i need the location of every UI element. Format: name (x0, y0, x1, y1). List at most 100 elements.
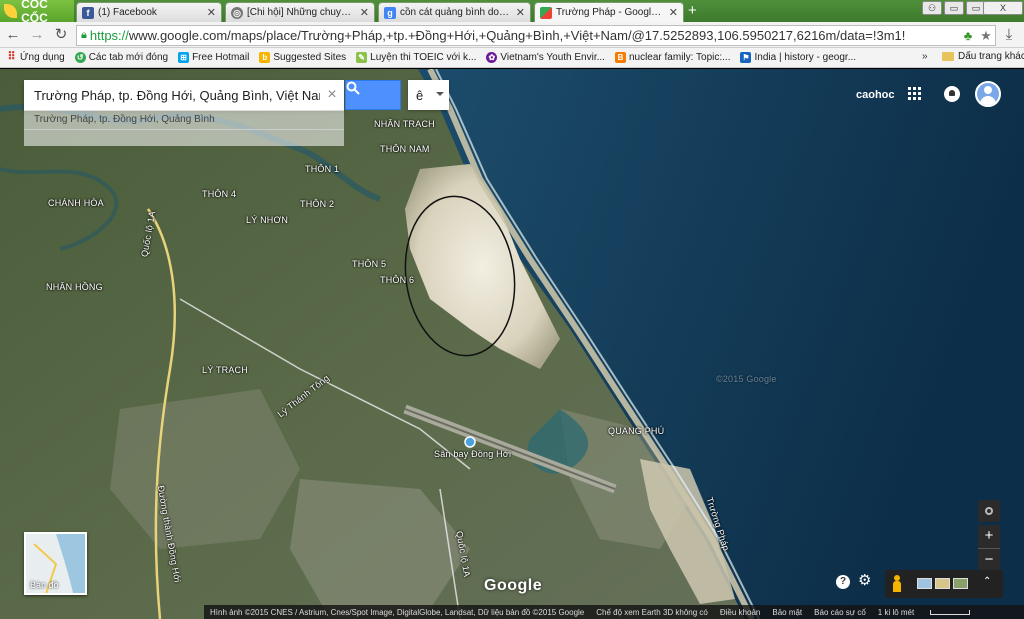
bookmark-vietnam-youth[interactable]: ✿ Vietnam's Youth Envir... (486, 52, 605, 63)
gear-icon[interactable]: ⚙ (858, 573, 874, 589)
tab-forum[interactable]: ◎ [Chi hội] Những chuyến đi nă ✕ (225, 2, 375, 22)
place-label[interactable]: LÝ NHƠN (246, 215, 288, 225)
maps-search-box[interactable]: Trường Pháp, tp. Đồng Hới, Quảng Bình, V… (24, 80, 344, 110)
zoom-in-button[interactable]: + (978, 525, 1000, 548)
report-problem-link[interactable]: Báo cáo sự cố (814, 608, 866, 617)
airport-label[interactable]: Sân bay Đồng Hới (434, 449, 511, 459)
bookmark-free-hotmail[interactable]: ⊞ Free Hotmail (178, 52, 249, 63)
help-icon[interactable]: ? (836, 575, 850, 589)
bookmark-star-icon[interactable]: ★ (977, 28, 995, 44)
place-label[interactable]: THÔN 2 (300, 199, 334, 209)
url-scheme: https:// (89, 28, 129, 43)
bookmark-suggested-sites[interactable]: b Suggested Sites (259, 52, 346, 63)
my-location-button[interactable] (978, 500, 1000, 522)
pegman-icon[interactable] (893, 575, 901, 593)
input-method-label: ê (416, 87, 424, 103)
blogger-icon: B (614, 52, 626, 63)
forum-icon: ◎ (231, 6, 243, 19)
bookmark-closed-tabs[interactable]: ↺ Các tab mới đóng (74, 52, 168, 63)
close-tab-icon[interactable]: ✕ (360, 6, 369, 19)
download-icon[interactable]: ⤓ (1000, 26, 1018, 44)
browser-logo[interactable]: CỐC CỐC (0, 0, 74, 25)
history-icon: ↺ (74, 52, 86, 63)
place-label[interactable]: THÔN 4 (202, 189, 236, 199)
close-tab-icon[interactable]: ✕ (669, 6, 678, 19)
search-input[interactable]: Trường Pháp, tp. Đồng Hới, Quảng Bình, V… (34, 88, 320, 103)
bookmark-toeic[interactable]: ✎ Luyện thi TOEIC với k... (356, 52, 476, 63)
place-label[interactable]: THÔN 5 (352, 259, 386, 269)
place-label[interactable]: NHÂN HỒNG (46, 282, 103, 292)
back-arrow-icon[interactable]: ← (4, 26, 22, 44)
clear-search-icon[interactable]: × (320, 86, 344, 104)
zoom-out-button[interactable]: − (978, 548, 1000, 571)
location-target-icon (985, 507, 993, 515)
maps-icon (540, 6, 552, 19)
reload-icon[interactable]: ↻ (52, 26, 70, 44)
chevron-down-icon (436, 92, 444, 96)
other-bookmarks-folder[interactable]: Dấu trang khác (942, 51, 1024, 62)
place-label[interactable]: NHÂN TRẠCH (374, 119, 435, 129)
scale-label[interactable]: 1 ki lô mét (878, 608, 982, 617)
user-name[interactable]: caohoc (856, 89, 895, 101)
attribution-bar: Hình ảnh ©2015 CNES / Astrium, Cnes/Spot… (204, 605, 1024, 619)
tab-strip: CỐC CỐC f (1) Facebook ✕ ◎ [Chi hội] Nhữ… (0, 0, 1024, 25)
apps-grid-icon[interactable] (908, 87, 922, 101)
padlock-icon: 🔒︎ (81, 29, 87, 41)
bookmark-india-history[interactable]: ⚑ India | history - geogr... (740, 52, 856, 63)
search-button[interactable] (345, 80, 401, 110)
tab-title: [Chi hội] Những chuyến đi nă (247, 7, 356, 18)
zoom-control: + − (978, 525, 1000, 571)
bookmarks-overflow-button[interactable]: » (922, 51, 928, 62)
avatar[interactable] (975, 81, 1001, 107)
expand-chevron-icon[interactable]: ⌃ (983, 576, 991, 587)
close-tab-icon[interactable]: ✕ (516, 6, 525, 19)
search-suggestions: Trường Pháp, tp. Đồng Hới, Quảng Bình (24, 110, 344, 146)
suggestion-item[interactable]: Trường Pháp, tp. Đồng Hới, Quảng Bình (34, 114, 215, 125)
folder-icon (942, 52, 954, 61)
place-label[interactable]: THÔN 1 (305, 164, 339, 174)
forward-arrow-icon[interactable]: → (28, 26, 46, 44)
tab-google-search[interactable]: g cồn cát quảng bình dong_hoi ✕ (378, 2, 531, 22)
place-label[interactable]: CHÁNH HÒA (48, 198, 104, 208)
bookmark-label: India | history - geogr... (754, 52, 857, 63)
imagery-strip: ⌃ (885, 570, 1003, 598)
tab-title: (1) Facebook (98, 7, 157, 18)
bookmark-label: Ứng dụng (20, 52, 65, 63)
imagery-thumbnail[interactable] (917, 578, 932, 589)
bookmark-icon: ⚑ (740, 52, 752, 63)
earth-3d-link[interactable]: Chế độ xem Earth 3D không có (596, 608, 708, 617)
bookmark-label: Vietnam's Youth Envir... (500, 52, 605, 63)
profile-icon[interactable]: ⚇ (922, 1, 942, 15)
terms-link[interactable]: Điều khoản (720, 608, 760, 617)
tab-facebook[interactable]: f (1) Facebook ✕ (76, 2, 222, 22)
place-label[interactable]: QUANG PHÚ (608, 426, 664, 436)
minimize-button[interactable]: ▭ (944, 1, 964, 15)
imagery-thumbnail[interactable] (935, 578, 950, 589)
tab-google-maps[interactable]: Trường Pháp - Google Maps ✕ (534, 2, 684, 22)
notifications-bell-icon[interactable] (944, 86, 960, 102)
minimap-label: Bản đồ (30, 580, 59, 590)
search-icon (346, 81, 360, 95)
suggestion-divider (24, 129, 344, 147)
address-bar[interactable]: 🔒︎ https://www.google.com/maps/place/Trư… (76, 25, 996, 46)
coccoc-extension-icon[interactable]: ♣ (959, 28, 977, 43)
windows-icon: ⊞ (178, 52, 190, 63)
scale-text: 1 ki lô mét (877, 607, 915, 617)
bookmark-nuclear-family[interactable]: Bnuclear family: Topic:... (614, 52, 730, 63)
scale-bar (930, 609, 971, 615)
place-label[interactable]: LÝ TRẠCH (202, 365, 248, 375)
place-label[interactable]: THÔN NAM (380, 144, 430, 154)
new-tab-button[interactable]: + (688, 3, 697, 18)
url-text[interactable]: https://www.google.com/maps/place/Trường… (90, 28, 959, 43)
close-tab-icon[interactable]: ✕ (207, 6, 216, 19)
bookmark-icon: ✎ (356, 52, 368, 63)
close-window-button[interactable]: X (983, 1, 1023, 15)
map-type-toggle[interactable]: Bản đồ (24, 532, 87, 595)
place-label[interactable]: THÔN 6 (380, 275, 414, 285)
privacy-link[interactable]: Bảo mật (772, 608, 802, 617)
address-toolbar: ← → ↻ 🔒︎ https://www.google.com/maps/pla… (0, 22, 1024, 48)
bookmark-apps[interactable]: ⠿ Ứng dụng (6, 52, 65, 64)
satellite-map[interactable]: NHÂN TRẠCH THÔN NAM THÔN 1 THÔN 4 THÔN 2… (0, 69, 1024, 619)
input-method-selector[interactable]: ê (408, 80, 449, 110)
imagery-thumbnail[interactable] (953, 578, 968, 589)
